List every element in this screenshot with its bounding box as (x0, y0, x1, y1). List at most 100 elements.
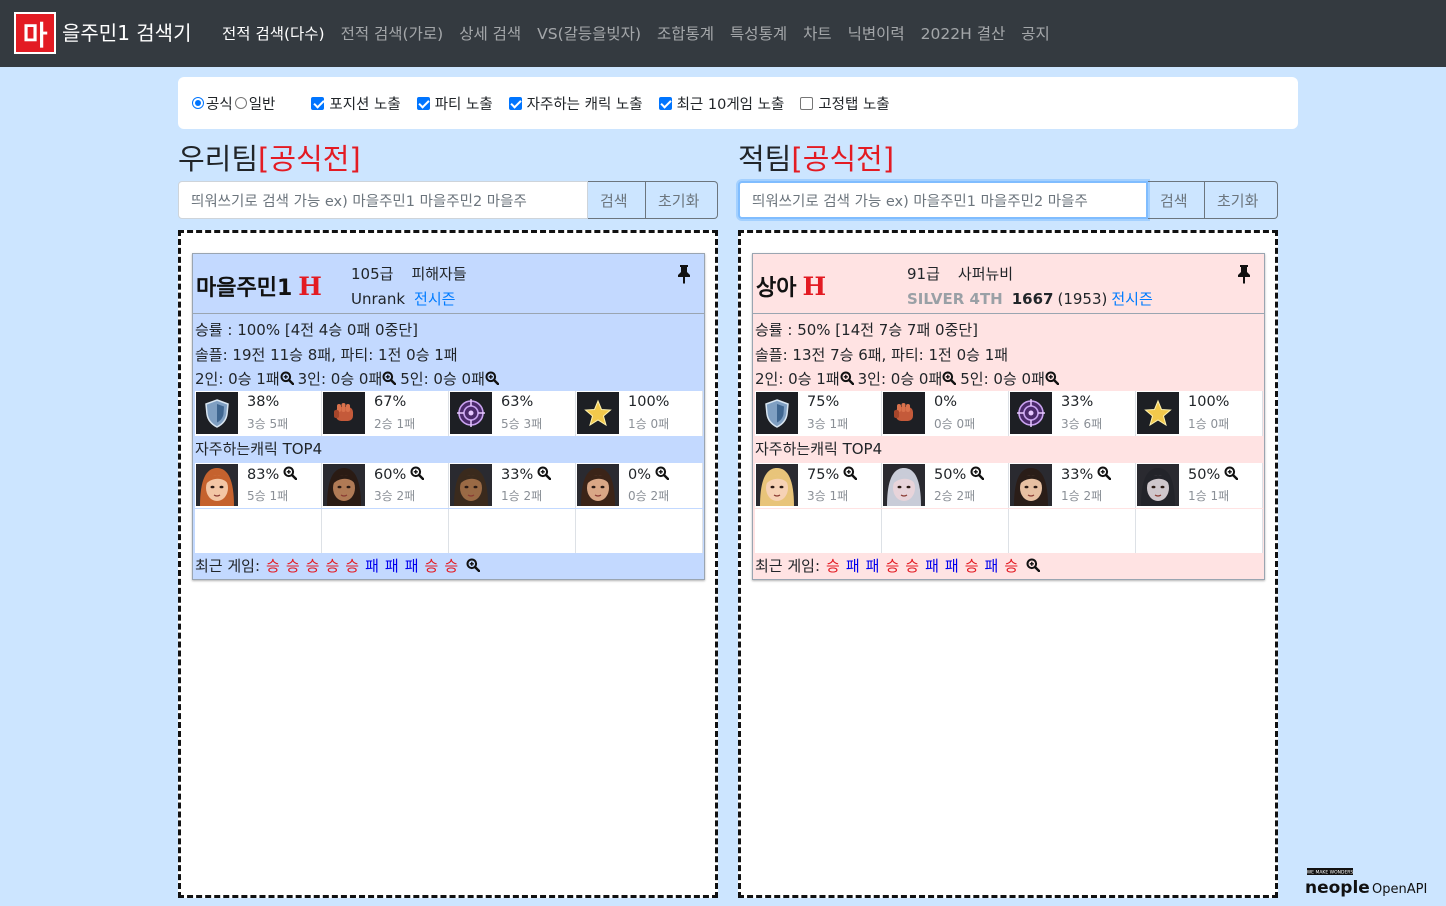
option-checkbox[interactable] (311, 96, 325, 110)
recent-game-result[interactable]: 승 (325, 557, 339, 575)
zoom-search-icon[interactable] (1026, 558, 1041, 573)
recent-game-result[interactable]: 승 (1004, 557, 1018, 575)
mode-official-option[interactable]: 공식 (192, 93, 233, 114)
nav-item[interactable]: 상세 검색 (459, 22, 521, 44)
mode-normal-radio[interactable] (234, 97, 247, 109)
zoom-search-icon[interactable] (1045, 368, 1060, 386)
character-stat[interactable]: 50% 1승 1패 (1136, 463, 1263, 508)
our-search-button[interactable]: 검색 (588, 181, 646, 219)
previous-season-link[interactable]: 전시즌 (1111, 290, 1152, 308)
site-logo[interactable]: 마 (14, 12, 56, 54)
nav-item[interactable]: 차트 (803, 22, 832, 44)
pin-icon[interactable] (1236, 264, 1252, 284)
recent-game-result[interactable]: 승 (306, 557, 320, 575)
our-reset-button[interactable]: 초기화 (646, 181, 718, 219)
recent-game-result[interactable]: 승 (425, 557, 439, 575)
character-stat[interactable]: 75% 3승 1패 (755, 463, 882, 508)
option-checkbox[interactable] (658, 96, 672, 110)
character-stat[interactable]: 0% 0승 2패 (576, 463, 703, 508)
recent-game-result[interactable]: 승 (905, 557, 919, 575)
option-toggle[interactable]: 최근 10게임 노출 (658, 93, 784, 114)
character-stat[interactable]: 50% 2승 2패 (882, 463, 1009, 508)
zoom-search-icon[interactable] (537, 466, 552, 481)
option-toggle[interactable]: 고정탭 노출 (800, 93, 890, 114)
character-stat[interactable]: 60% 3승 2패 (322, 463, 449, 508)
character-stat[interactable]: 33% 1승 2패 (1009, 463, 1136, 508)
character-stat[interactable]: 33% 1승 2패 (449, 463, 576, 508)
top-characters-row: 75% 3승 1패 50% 2승 2패 33% 1승 2패 50% 1승 1패 (755, 463, 1263, 508)
pin-icon[interactable] (676, 264, 692, 284)
zoom-search-icon[interactable] (382, 368, 397, 386)
option-toggle[interactable]: 포지션 노출 (311, 93, 401, 114)
nav-item[interactable]: 전적 검색(다수) (222, 22, 325, 44)
player-name[interactable]: 상아 H (756, 270, 826, 302)
site-brand[interactable]: 을주민1 검색기 (62, 17, 191, 46)
character-winrate-line: 33% (501, 466, 552, 483)
position-stat: 38% 3승 5패 (195, 391, 322, 436)
our-search-input[interactable]: 띄워쓰기로 검색 가능 ex) 마을주민1 마을주민2 마을주 (178, 181, 588, 219)
zoom-search-icon[interactable] (283, 466, 298, 481)
recent-game-result[interactable]: 승 (444, 557, 458, 575)
zoom-search-icon[interactable] (280, 368, 294, 386)
recent-game-result[interactable]: 패 (846, 557, 860, 575)
enemy-reset-button[interactable]: 초기화 (1205, 181, 1278, 219)
zoom-search-icon[interactable] (1097, 466, 1112, 481)
recent-game-result[interactable]: 패 (925, 557, 939, 575)
nav-item[interactable]: 전적 검색(가로) (341, 22, 444, 44)
option-checkbox[interactable] (416, 96, 430, 110)
mode-radio-group: 공식 일반 (192, 93, 291, 114)
option-toggle[interactable]: 자주하는 캐릭 노출 (508, 93, 643, 114)
character-portrait (1137, 464, 1179, 506)
nav-item[interactable]: VS(갈등을빚자) (537, 22, 641, 44)
recent-game-result[interactable]: 패 (866, 557, 880, 575)
player-card[interactable]: 상아 H 91급 사퍼뉴비 SILVER 4TH 1667 (1953) 전시즌 승률 : 50… (752, 253, 1265, 580)
nav-item[interactable]: 특성통계 (730, 22, 787, 44)
character-portrait (323, 464, 365, 506)
nav-menu: 전적 검색(다수) 전적 검색(가로) 상세 검색 VS(갈등을빚자) 조합통계 특성통계… (222, 22, 1066, 44)
our-team-label: 우리팀 (178, 142, 259, 176)
recent-game-result[interactable]: 승 (885, 557, 899, 575)
recent-game-result[interactable]: 패 (985, 557, 999, 575)
recent-game-result[interactable]: 승 (345, 557, 359, 575)
recent-game-result[interactable]: 패 (405, 557, 419, 575)
zoom-search-icon[interactable] (466, 558, 481, 573)
recent-game-result[interactable]: 승 (965, 557, 979, 575)
zoom-search-icon[interactable] (485, 368, 500, 386)
nav-item[interactable]: 닉변이력 (848, 22, 905, 44)
zoom-search-icon[interactable] (1224, 466, 1239, 481)
nav-item[interactable]: 조합통계 (657, 22, 714, 44)
nav-item[interactable]: 2022H 결산 (921, 22, 1006, 44)
character-stat[interactable]: 83% 5승 1패 (195, 463, 322, 508)
zoom-search-icon[interactable] (410, 466, 425, 481)
recent-game-result[interactable]: 패 (385, 557, 399, 575)
recent-game-result[interactable]: 승 (266, 557, 280, 575)
recent-game-result[interactable]: 승 (286, 557, 300, 575)
position-winrate: 63% (501, 394, 534, 410)
party-3-stat: 3인: 0승 0패 (297, 370, 383, 388)
zoom-search-icon[interactable] (655, 466, 670, 481)
enemy-search-input[interactable]: 띄워쓰기로 검색 가능 ex) 마을주민1 마을주민2 마을주 (738, 181, 1148, 219)
nav-item[interactable]: 공지 (1021, 22, 1050, 44)
position-stat: 75% 3승 1패 (755, 391, 882, 436)
player-name[interactable]: 마을주민1 H (196, 270, 322, 302)
position-record: 3승 1패 (807, 417, 849, 431)
position-winrate: 38% (247, 394, 280, 410)
recent-game-result[interactable]: 패 (365, 557, 379, 575)
neople-openapi-logo[interactable]: WE MAKE WONDERS neople OpenAPI (1305, 868, 1440, 904)
zoom-search-icon[interactable] (970, 466, 985, 481)
previous-season-link[interactable]: 전시즌 (414, 290, 455, 308)
zoom-search-icon[interactable] (942, 368, 957, 386)
mode-official-radio[interactable] (192, 97, 204, 109)
option-toggle[interactable]: 파티 노출 (416, 93, 493, 114)
player-card[interactable]: 마을주민1 H 105급 피해자들 Unrank 전시즌 승률 : 100% [4전 4승 … (192, 253, 705, 580)
option-checkbox[interactable] (508, 96, 522, 110)
position-record: 3승 5패 (247, 417, 289, 431)
zoom-search-icon[interactable] (843, 466, 858, 481)
recent-game-result[interactable]: 승 (826, 557, 840, 575)
recent-game-result[interactable]: 패 (945, 557, 959, 575)
mode-normal-option[interactable]: 일반 (234, 93, 275, 114)
player-rank-line: Unrank 전시즌 (351, 288, 455, 309)
zoom-search-icon[interactable] (840, 368, 854, 386)
option-checkbox[interactable] (800, 96, 814, 110)
enemy-search-button[interactable]: 검색 (1148, 181, 1205, 219)
